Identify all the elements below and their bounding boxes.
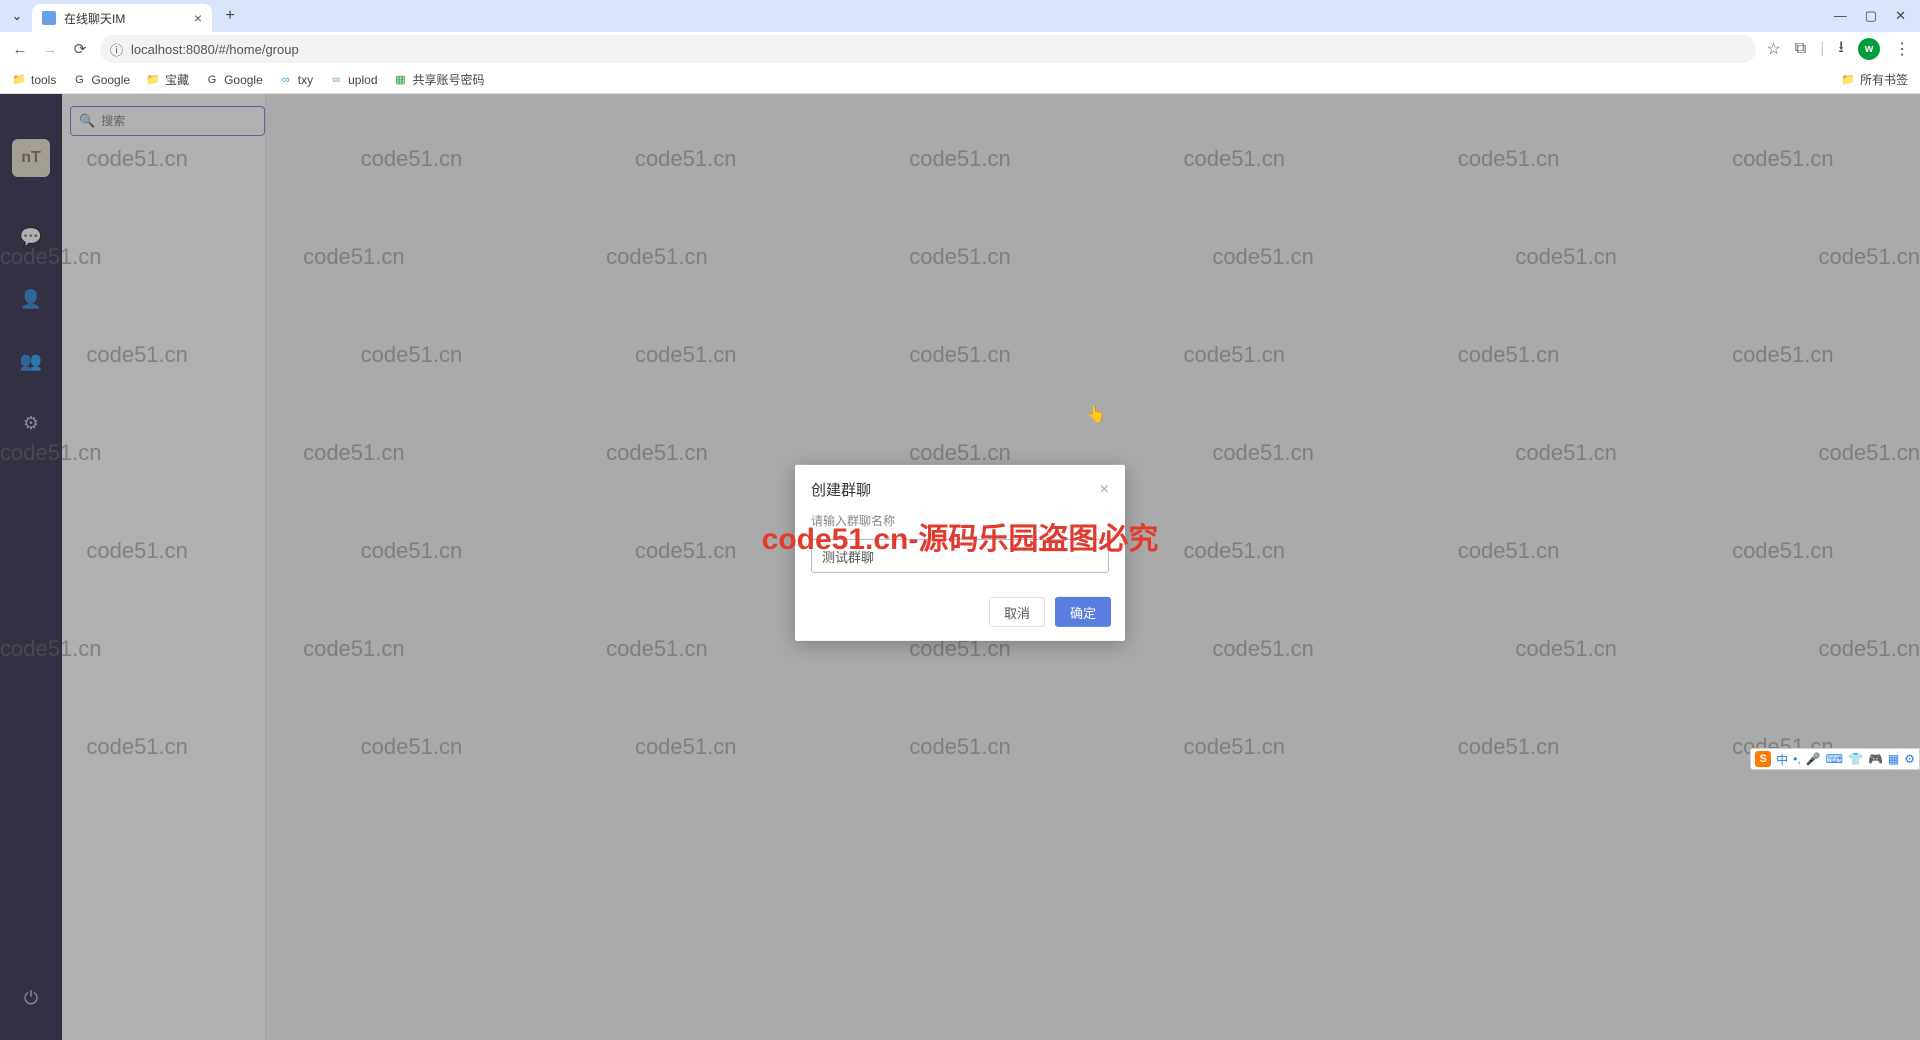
bookmark-item[interactable]: 📁tools [12, 73, 56, 87]
profile-avatar[interactable]: w [1858, 38, 1880, 60]
sheet-icon: ▦ [394, 73, 408, 87]
close-window-icon[interactable]: ✕ [1895, 8, 1906, 24]
group-name-input[interactable] [811, 539, 1109, 573]
modal-close-icon[interactable]: × [1100, 480, 1109, 498]
ime-keyboard-icon[interactable]: ⌨ [1826, 752, 1843, 766]
folder-icon: 📁 [1841, 73, 1855, 87]
maximize-icon[interactable]: ▢ [1865, 8, 1877, 24]
favicon-icon [42, 11, 56, 25]
menu-icon[interactable]: ⋮ [1894, 39, 1910, 59]
create-group-modal: 创建群聊 × 请输入群聊名称 取消 确定 [795, 465, 1125, 641]
ime-skin-icon[interactable]: 👕 [1848, 752, 1863, 766]
downloads-icon[interactable]: ⭳ [1838, 36, 1844, 63]
tab-title: 在线聊天IM [64, 10, 186, 27]
url-bar[interactable]: ⓘ localhost:8080/#/home/group [100, 35, 1756, 63]
link-icon: ∞ [279, 73, 293, 87]
google-icon: G [72, 73, 86, 87]
bookmark-item[interactable]: 📁宝藏 [146, 71, 189, 88]
ime-lang[interactable]: 中 [1776, 751, 1788, 768]
ime-mic-icon[interactable]: 🎤 [1806, 752, 1821, 766]
ok-button[interactable]: 确定 [1055, 597, 1111, 627]
sogou-logo-icon: S [1755, 751, 1771, 767]
bookmark-item[interactable]: GGoogle [205, 73, 263, 87]
tab-strip: ⌄ 在线聊天IM × + — ▢ ✕ [0, 0, 1920, 32]
bookmarks-bar: 📁tools GGoogle 📁宝藏 GGoogle ∞txy ∞uplod ▦… [0, 66, 1920, 94]
ime-game-icon[interactable]: 🎮 [1868, 752, 1883, 766]
bookmark-item[interactable]: ▦共享账号密码 [394, 71, 485, 88]
browser-tab[interactable]: 在线聊天IM × [32, 4, 212, 32]
browser-chrome: ⌄ 在线聊天IM × + — ▢ ✕ ← → ⟳ ⓘ localhost:808… [0, 0, 1920, 94]
modal-title: 创建群聊 [811, 479, 871, 500]
url-text: localhost:8080/#/home/group [131, 42, 299, 57]
folder-icon: 📁 [12, 73, 26, 87]
ime-punct-icon[interactable]: •, [1793, 752, 1801, 766]
bookmark-star-icon[interactable]: ☆ [1766, 39, 1780, 59]
google-icon: G [205, 73, 219, 87]
ime-toolbar[interactable]: S 中 •, 🎤 ⌨ 👕 🎮 ▦ ⚙ [1750, 748, 1920, 770]
app-root: nT 💬 👤 👥 ⚙ ⏻ 🔍 + code51.cncode51.cncode5… [0, 94, 1920, 1040]
modal-field-label: 请输入群聊名称 [811, 512, 1109, 529]
tab-close-icon[interactable]: × [194, 10, 202, 26]
extensions-icon[interactable]: ⧉ [1795, 40, 1806, 58]
new-tab-button[interactable]: + [218, 4, 242, 28]
window-controls: — ▢ ✕ [1834, 8, 1920, 24]
bookmark-item[interactable]: GGoogle [72, 73, 130, 87]
address-bar-row: ← → ⟳ ⓘ localhost:8080/#/home/group ☆ ⧉ … [0, 32, 1920, 66]
cancel-button[interactable]: 取消 [989, 597, 1045, 627]
ime-grid-icon[interactable]: ▦ [1888, 752, 1899, 766]
minimize-icon[interactable]: — [1834, 8, 1847, 24]
back-button[interactable]: ← [10, 41, 30, 58]
link-icon: ∞ [329, 73, 343, 87]
bookmark-item[interactable]: ∞uplod [329, 73, 377, 87]
all-bookmarks[interactable]: 📁所有书签 [1841, 71, 1908, 88]
forward-button[interactable]: → [40, 41, 60, 58]
folder-icon: 📁 [146, 73, 160, 87]
tabs-dropdown-icon[interactable]: ⌄ [8, 7, 26, 25]
site-info-icon[interactable]: ⓘ [110, 40, 123, 59]
ime-settings-icon[interactable]: ⚙ [1904, 752, 1915, 766]
reload-button[interactable]: ⟳ [70, 40, 90, 58]
bookmark-item[interactable]: ∞txy [279, 73, 313, 87]
